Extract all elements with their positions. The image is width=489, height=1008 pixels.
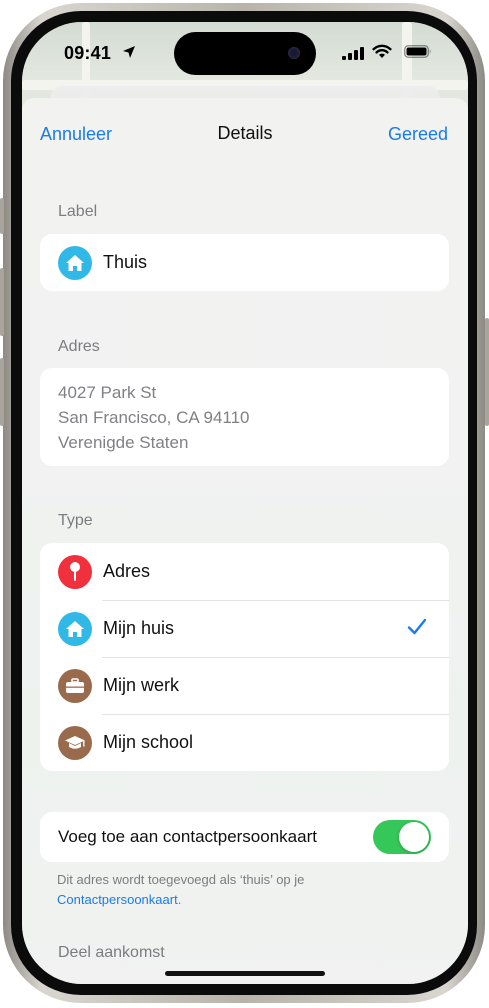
type-item-adres[interactable]: Adres (40, 543, 449, 600)
address-line-street: 4027 Park St (58, 383, 157, 402)
location-arrow-icon (123, 46, 135, 58)
contact-footnote: Dit adres wordt toegevoegd als ‘thuis’ o… (57, 870, 437, 910)
pin-icon (58, 554, 92, 589)
dynamic-island (174, 32, 316, 75)
power-button (485, 318, 489, 426)
type-item-mijn-werk[interactable]: Mijn werk (40, 657, 449, 714)
label-row[interactable]: Thuis (40, 234, 449, 291)
label-value: Thuis (103, 252, 148, 272)
volume-up-button (0, 268, 4, 336)
nav-bar: Details Annuleer Gereed (22, 122, 468, 146)
footnote-end: . (177, 892, 182, 907)
battery-icon (404, 45, 431, 58)
type-section-header: Type (58, 512, 93, 529)
footnote-text: Dit adres wordt toegevoegd als ‘thuis’ o… (57, 872, 305, 887)
cellular-signal-icon (342, 47, 364, 60)
type-item-mijn-school[interactable]: Mijn school (40, 714, 449, 771)
cancel-button[interactable]: Annuleer (40, 124, 112, 145)
status-bar: 09:41 (22, 22, 468, 82)
label-section-header: Label (58, 203, 98, 220)
contact-card-toggle-row: Voeg toe aan contactpersoonkaart (40, 812, 449, 862)
contact-toggle-label: Voeg toe aan contactpersoonkaart (58, 827, 317, 846)
type-item-label: Mijn school (103, 732, 194, 752)
address-line-city: San Francisco, CA 94110 (58, 408, 250, 427)
address-section-header: Adres (58, 338, 100, 355)
house-icon (58, 611, 92, 646)
label-card[interactable]: Thuis (40, 234, 449, 291)
home-indicator[interactable] (165, 971, 325, 976)
address-line-country: Verenigde Staten (58, 433, 189, 452)
share-section-header: Deel aankomst (58, 944, 165, 961)
type-item-label: Mijn huis (103, 618, 175, 638)
status-time: 09:41 (64, 43, 112, 63)
camera-icon (288, 47, 300, 59)
wifi-icon (372, 44, 392, 58)
contact-card-link[interactable]: Contactpersoonkaart (57, 892, 178, 907)
type-item-label: Mijn werk (103, 675, 180, 695)
address-text: 4027 Park St San Francisco, CA 94110 Ver… (58, 380, 250, 455)
type-card: Adres Mijn huis Mijn werk Mijn school (40, 543, 449, 771)
briefcase-icon (58, 668, 92, 703)
contact-card-toggle[interactable] (373, 820, 431, 854)
screen: 09:41 Details Annuleer Gereed Label Thui… (22, 22, 468, 984)
toggle-knob (399, 822, 429, 852)
checkmark-icon (407, 618, 427, 635)
action-button (0, 198, 4, 234)
graduation-cap-icon (58, 725, 92, 760)
done-button[interactable]: Gereed (388, 124, 448, 145)
type-item-label: Adres (103, 561, 151, 581)
volume-down-button (0, 358, 4, 426)
house-icon (58, 245, 92, 280)
type-item-mijn-huis[interactable]: Mijn huis (40, 600, 449, 657)
